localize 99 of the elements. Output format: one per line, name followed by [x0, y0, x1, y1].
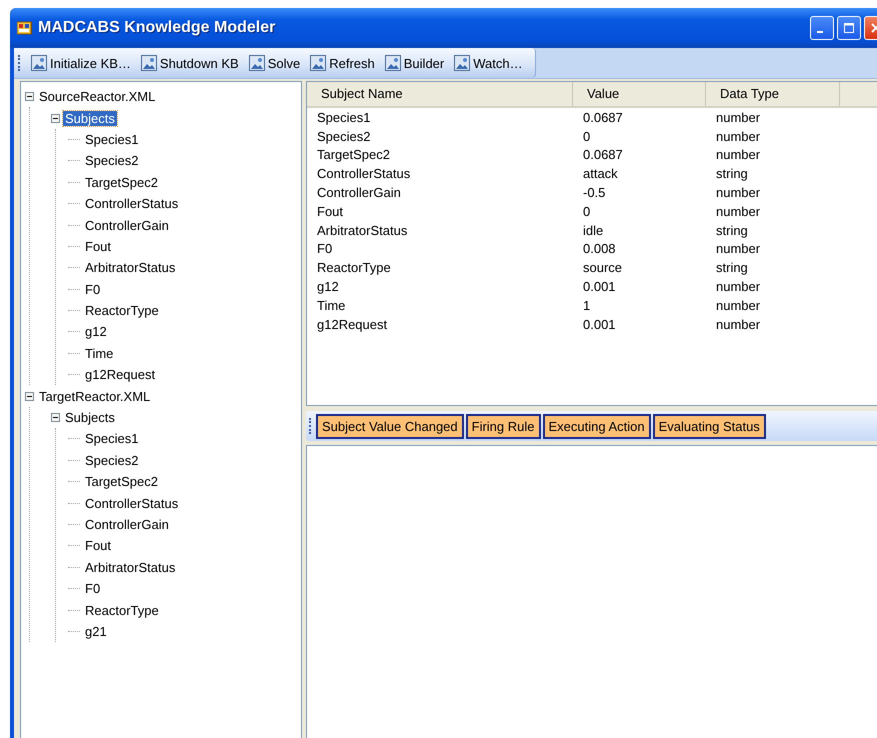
table-cell-text: 0.008 [582, 241, 617, 256]
table-cell-text: number [715, 316, 762, 332]
tree-item[interactable]: Subjects [63, 410, 117, 426]
column-header[interactable]: Subject Name [307, 82, 573, 106]
table-cell-text: F0 [316, 241, 334, 256]
toolbar-button[interactable]: Watch… [452, 53, 525, 73]
image-icon [140, 55, 157, 71]
table-cell-text: 1 [582, 298, 592, 313]
minimize-button[interactable] [810, 16, 834, 40]
table-cell-text: Fout [316, 204, 344, 219]
tree-item[interactable]: F0 [83, 581, 102, 596]
toolbar-button[interactable]: Solve [246, 53, 302, 73]
tree-item[interactable]: ReactorType [83, 303, 161, 318]
table-cell-text: ControllerGain [316, 185, 402, 200]
table-cell-text: 0.001 [582, 316, 617, 332]
table-cell-text: number [715, 204, 762, 219]
tree-item[interactable]: Species1 [83, 431, 140, 446]
toolbar-grip[interactable] [18, 55, 23, 71]
tree-item[interactable]: SourceReactor.XML [37, 89, 158, 104]
table-cell-text: TargetSpec2 [316, 147, 391, 162]
table-cell-text: Species2 [316, 128, 372, 144]
collapse-icon[interactable] [51, 413, 60, 422]
minimize-icon [817, 31, 823, 33]
table-cell-text: number [715, 298, 762, 313]
collapse-icon[interactable] [25, 392, 34, 401]
table-cell-text: number [715, 128, 762, 144]
table-cell-text: number [715, 185, 762, 200]
window-title: MADCABS Knowledge Modeler [38, 19, 276, 37]
table-cell-text: number [715, 147, 762, 162]
table-cell-text: Time [316, 298, 346, 313]
tree-item[interactable]: Time [83, 346, 116, 361]
tree-item[interactable]: Fout [83, 538, 114, 554]
toolbar-label: Refresh [329, 56, 375, 70]
table-cell-text: 0.0687 [582, 147, 624, 162]
toolbar-label: Solve [268, 56, 300, 70]
tree-item[interactable]: ArbitratorStatus [83, 560, 178, 575]
table-cell-text: 0.001 [582, 279, 617, 294]
table-cell-text: attack [582, 166, 619, 182]
toolbar-label: Watch… [473, 56, 523, 70]
table-cell-text: ControllerStatus [316, 166, 412, 182]
collapse-icon[interactable] [51, 114, 60, 123]
tree-item[interactable]: ControllerStatus [83, 496, 180, 511]
tree-item[interactable]: ControllerGain [83, 218, 171, 233]
toolbar-button[interactable]: Shutdown KB [138, 53, 241, 73]
event-button[interactable]: Firing Rule [466, 414, 540, 438]
tree-item[interactable]: TargetSpec2 [83, 174, 160, 190]
toolbar-button[interactable]: Refresh [308, 53, 377, 73]
image-icon [454, 55, 470, 71]
tree-item[interactable]: g12 [83, 324, 109, 340]
table-cell-text: number [715, 110, 762, 125]
tree-item[interactable]: ReactorType [83, 602, 161, 618]
tree-item[interactable]: Subjects [63, 110, 117, 126]
table-cell-text: ReactorType [316, 260, 392, 276]
tree-item[interactable]: Species2 [83, 153, 140, 168]
toolbar-button[interactable]: Builder [382, 53, 446, 73]
image-icon [384, 55, 401, 71]
event-button[interactable]: Evaluating Status [652, 414, 766, 438]
tree-item[interactable]: ArbitratorStatus [83, 260, 178, 276]
column-header[interactable]: Value [573, 82, 706, 106]
toolbar-button[interactable]: Initialize KB… [29, 53, 133, 73]
maximize-button[interactable] [837, 16, 861, 40]
toolbar-label: Shutdown KB [160, 56, 239, 70]
maximize-icon [843, 22, 855, 34]
table-cell-text: string [715, 260, 749, 276]
table-cell-text: 0 [582, 128, 592, 144]
tree-item[interactable]: g21 [83, 624, 109, 639]
tree-item[interactable]: TargetReactor.XML [37, 388, 152, 404]
table-cell-text: g12Request [316, 316, 388, 332]
table-cell-text: string [715, 222, 749, 238]
tree-item[interactable]: Species2 [83, 452, 140, 468]
table-cell-text: g12 [316, 279, 340, 294]
event-button[interactable]: Executing Action [542, 414, 651, 438]
table-cell-text: string [715, 166, 749, 182]
toolbar-label: Builder [404, 56, 444, 70]
tree-item[interactable]: ControllerGain [83, 517, 171, 532]
table-cell-text: Species1 [316, 110, 372, 125]
toolbar-grip[interactable] [309, 418, 314, 434]
table-cell-text: ArbitratorStatus [316, 222, 408, 238]
toolbar-label: Initialize KB… [50, 56, 131, 70]
image-icon [248, 55, 265, 71]
image-icon [310, 55, 326, 71]
tree-item[interactable]: g12Request [83, 367, 158, 382]
table-cell-text: -0.5 [582, 185, 606, 200]
tree-item[interactable]: TargetSpec2 [83, 474, 160, 490]
table-cell-text: idle [582, 222, 604, 238]
event-button[interactable]: Subject Value Changed [316, 414, 464, 438]
tree-item[interactable]: F0 [83, 282, 102, 297]
table-cell-text: number [715, 241, 762, 256]
column-header[interactable]: Data Type [706, 82, 840, 106]
app-icon [16, 20, 32, 36]
table-cell-text: 0.0687 [582, 110, 624, 125]
image-icon [31, 55, 47, 71]
tree-item[interactable]: Fout [83, 238, 114, 254]
tree-item[interactable]: Species1 [83, 132, 140, 147]
table-cell-text: number [715, 279, 762, 294]
collapse-icon[interactable] [25, 92, 34, 102]
table-cell-text: 0 [582, 204, 592, 219]
tree-item[interactable]: ControllerStatus [83, 196, 180, 212]
table-cell-text: source [582, 260, 624, 276]
